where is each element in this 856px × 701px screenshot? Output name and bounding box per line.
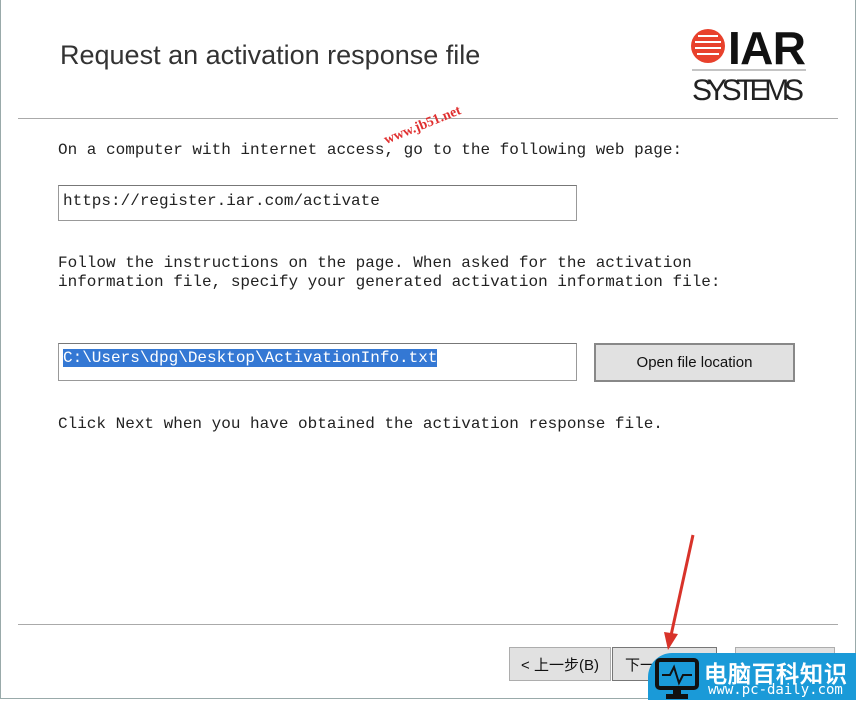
badge-url: www.pc-daily.com (708, 682, 843, 698)
monitor-icon (655, 658, 699, 699)
red-arrow (664, 534, 695, 650)
site-badge: 电脑百科知识 www.pc-daily.com (648, 653, 856, 700)
